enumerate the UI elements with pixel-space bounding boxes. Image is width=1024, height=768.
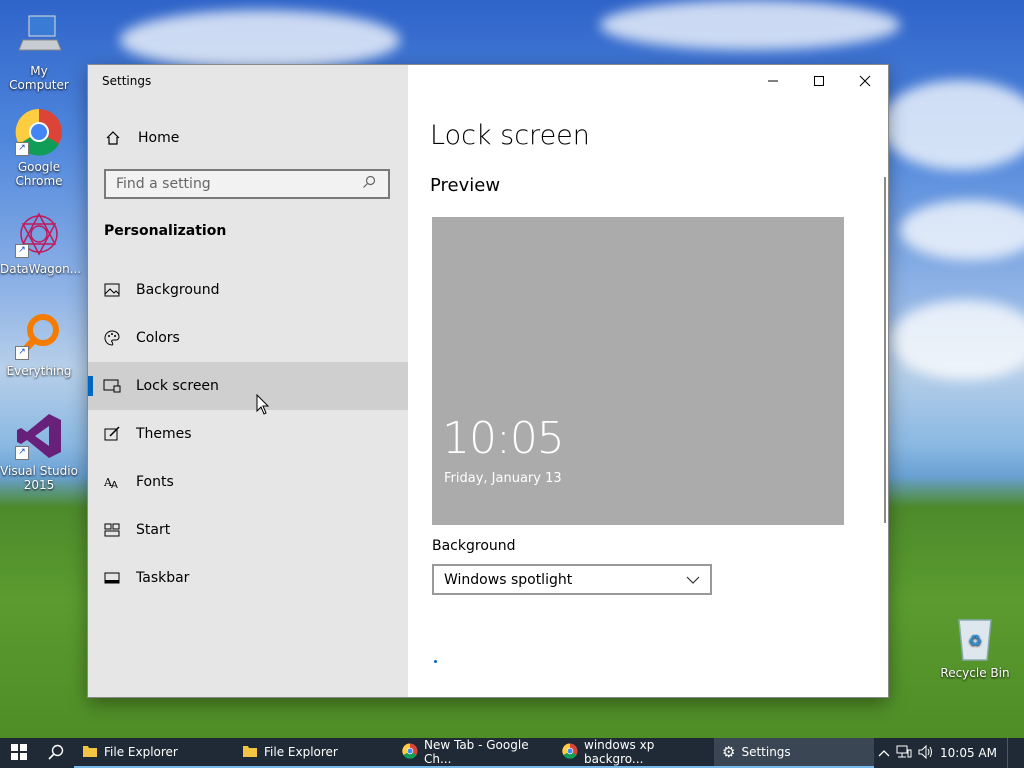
network-icon[interactable] [896,745,912,762]
desktop-icon-label: Google Chrome [15,160,63,188]
preview-date: Friday, January 13 [444,471,562,486]
sidebar-item-fonts[interactable]: AA Fonts [88,458,408,506]
background-dropdown-value: Windows spotlight [444,571,573,588]
computer-icon [15,12,63,60]
section-title: Personalization [104,223,227,239]
windows-logo-icon [11,743,27,763]
visual-studio-icon: ↗ [15,412,63,460]
taskbar-app-chrome-new-tab[interactable]: New Tab - Google Ch... [394,738,554,768]
desktop-icon-datawagon[interactable]: ↗ DataWagon... [0,210,82,276]
desktop-icon-label: Recycle Bin [940,666,1010,680]
preview-time: 10:05 [442,413,565,464]
gear-icon: ⚙ [722,742,736,761]
volume-icon[interactable] [918,744,934,762]
sidebar: Settings Home Find a setting Personaliza… [88,65,408,697]
settings-window: Settings Home Find a setting Personaliza… [88,65,888,697]
taskbar-icon [88,572,136,584]
desktop-icon-label: Everything [6,364,72,378]
taskbar-app-settings[interactable]: ⚙ Settings [714,738,874,768]
close-button[interactable] [842,65,888,97]
search-input[interactable]: Find a setting [104,169,390,199]
sidebar-item-background[interactable]: Background [88,266,408,314]
scrollbar[interactable] [884,177,886,523]
sidebar-item-label: Colors [136,330,180,346]
shortcut-arrow-icon: ↗ [15,142,29,156]
lock-screen-icon [88,379,136,393]
svg-text:♻: ♻ [968,631,982,650]
sidebar-item-colors[interactable]: Colors [88,314,408,362]
svg-text:A: A [111,480,118,490]
mouse-cursor-icon [256,393,270,420]
desktop-icon-label: My Computer [9,64,69,92]
chevron-down-icon [686,572,700,588]
loading-indicator [434,660,437,663]
folder-icon [82,744,98,761]
main-content: Lock screen Preview 10:05 Friday, Januar… [408,65,888,697]
datawagon-icon: ↗ [15,210,63,258]
sidebar-item-start[interactable]: Start [88,506,408,554]
sidebar-item-label: Themes [136,426,192,442]
shortcut-arrow-icon: ↗ [15,244,29,258]
sidebar-item-taskbar[interactable]: Taskbar [88,554,408,602]
start-button[interactable] [0,738,38,768]
image-icon [88,283,136,297]
chrome-icon [402,742,418,762]
background-label: Background [432,538,516,554]
preview-heading: Preview [430,175,501,196]
desktop-icon-visual-studio[interactable]: ↗ Visual Studio 2015 [0,412,78,492]
folder-icon [242,744,258,761]
shortcut-arrow-icon: ↗ [15,346,29,360]
background-dropdown[interactable]: Windows spotlight [432,564,712,595]
lock-screen-preview: 10:05 Friday, January 13 [432,217,844,525]
maximize-button[interactable] [796,65,842,97]
window-controls [750,65,888,97]
desktop-icon-google-chrome[interactable]: ↗ Google Chrome [0,108,78,188]
search-button[interactable] [38,738,74,768]
system-tray: 10:05 AM [878,738,1024,768]
themes-icon [88,426,136,442]
fonts-icon: AA [88,474,136,490]
desktop-icon-label: DataWagon... [0,262,82,276]
window-title: Settings [102,74,152,88]
page-title: Lock screen [430,120,590,151]
taskbar-app-label: New Tab - Google Ch... [424,738,529,766]
desktop-icon-everything[interactable]: ↗ Everything [0,312,78,378]
selection-indicator [88,376,93,396]
desktop-icon-label: Visual Studio 2015 [0,464,78,492]
minimize-button[interactable] [750,65,796,97]
search-icon [48,744,64,763]
chrome-icon [562,742,578,762]
sidebar-item-label: Background [136,282,220,298]
recycle-bin-icon: ♻ [951,614,999,662]
taskbar-app-label: windows xp backgro... [584,738,655,766]
sidebar-item-label: Start [136,522,171,538]
shortcut-arrow-icon: ↗ [15,446,29,460]
chevron-up-icon[interactable] [878,746,890,760]
sidebar-item-label: Taskbar [136,570,190,586]
sidebar-item-label: Fonts [136,474,174,490]
home-label: Home [138,130,180,146]
taskbar-clock[interactable]: 10:05 AM [940,746,997,760]
chrome-icon: ↗ [15,108,63,156]
sidebar-item-label: Lock screen [136,378,219,394]
taskbar-app-label: Settings [741,745,791,759]
home-icon [88,130,138,146]
sidebar-item-lock-screen[interactable]: Lock screen [88,362,408,410]
start-icon [88,523,136,537]
taskbar-app-chrome-xp-background[interactable]: windows xp backgro... [554,738,714,768]
desktop-icon-recycle-bin[interactable]: ♻ Recycle Bin [936,614,1014,680]
palette-icon [88,330,136,346]
search-icon [362,175,388,193]
sidebar-home[interactable]: Home [88,123,408,153]
taskbar: File Explorer File Explorer New Tab - Go… [0,738,1024,768]
taskbar-app-label: File Explorer [104,745,178,759]
search-placeholder: Find a setting [116,176,211,192]
show-desktop-button[interactable] [1007,738,1014,768]
magnifier-icon: ↗ [15,312,63,360]
desktop-icon-my-computer[interactable]: My Computer [0,12,78,92]
sidebar-item-themes[interactable]: Themes [88,410,408,458]
taskbar-app-file-explorer-1[interactable]: File Explorer [74,738,234,768]
taskbar-app-label: File Explorer [264,745,338,759]
taskbar-app-file-explorer-2[interactable]: File Explorer [234,738,394,768]
